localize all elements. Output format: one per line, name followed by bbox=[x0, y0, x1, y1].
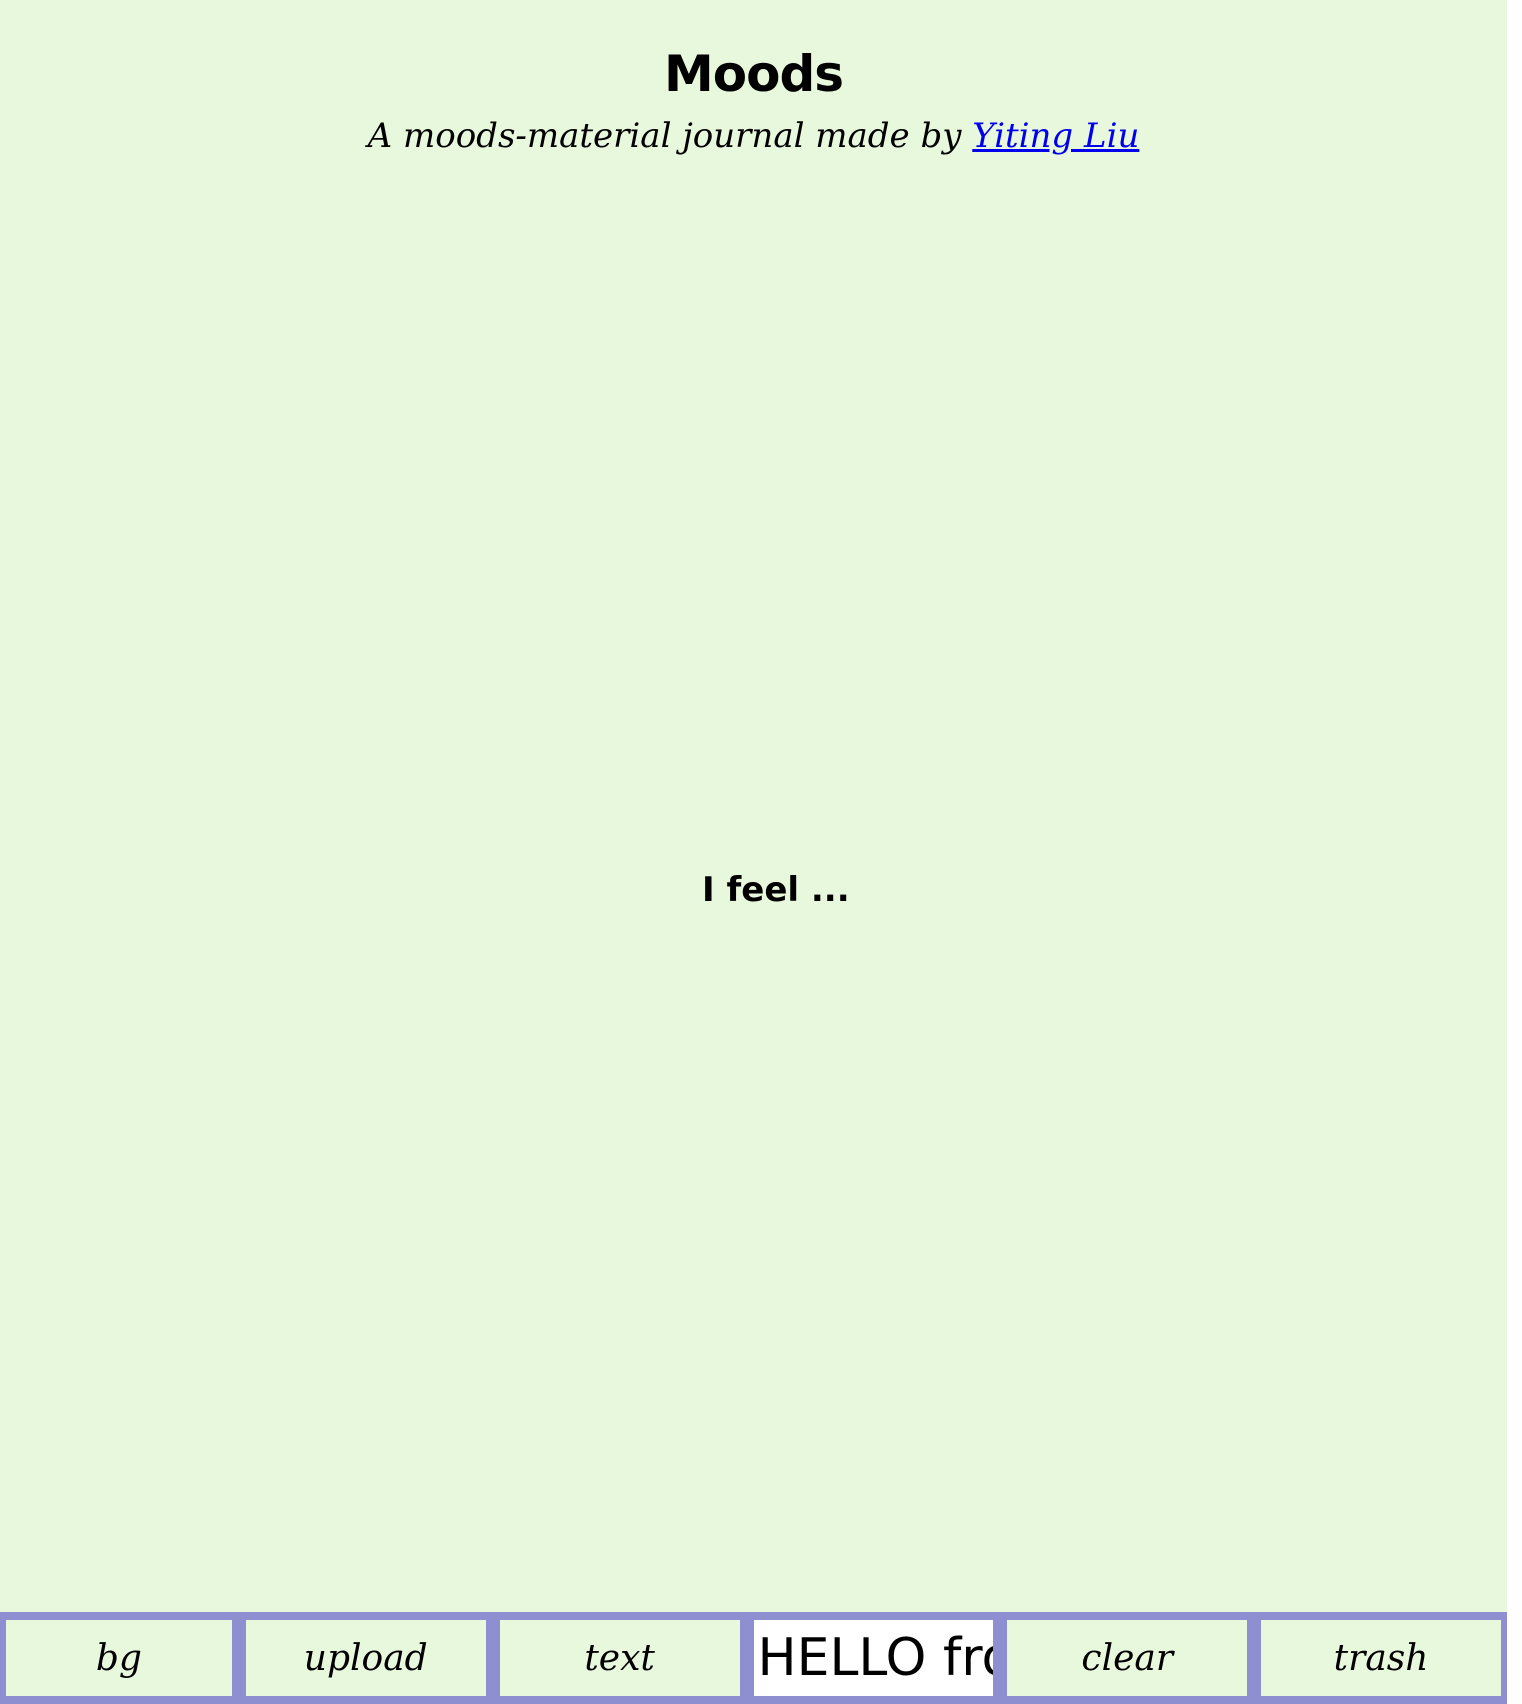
text-button[interactable]: text bbox=[499, 1620, 740, 1696]
canvas-prompt-text[interactable]: I feel ... bbox=[702, 868, 850, 912]
trash-button[interactable]: trash bbox=[1261, 1620, 1501, 1696]
author-link[interactable]: Yiting Liu bbox=[972, 116, 1139, 156]
bg-button[interactable]: bg bbox=[6, 1620, 232, 1696]
subtitle-text: A moods-material journal made by bbox=[367, 116, 973, 156]
font-sample-button[interactable]: HELLO fro bbox=[753, 1620, 994, 1696]
upload-button[interactable]: upload bbox=[245, 1620, 486, 1696]
toolbar: bg upload text HELLO fro clear trash bbox=[0, 1612, 1507, 1704]
page-subtitle: A moods-material journal made by Yiting … bbox=[0, 112, 1507, 160]
clear-button[interactable]: clear bbox=[1007, 1620, 1248, 1696]
page-title: Moods bbox=[663, 45, 844, 103]
page: Moods A moods-material journal made by Y… bbox=[0, 0, 1507, 1704]
